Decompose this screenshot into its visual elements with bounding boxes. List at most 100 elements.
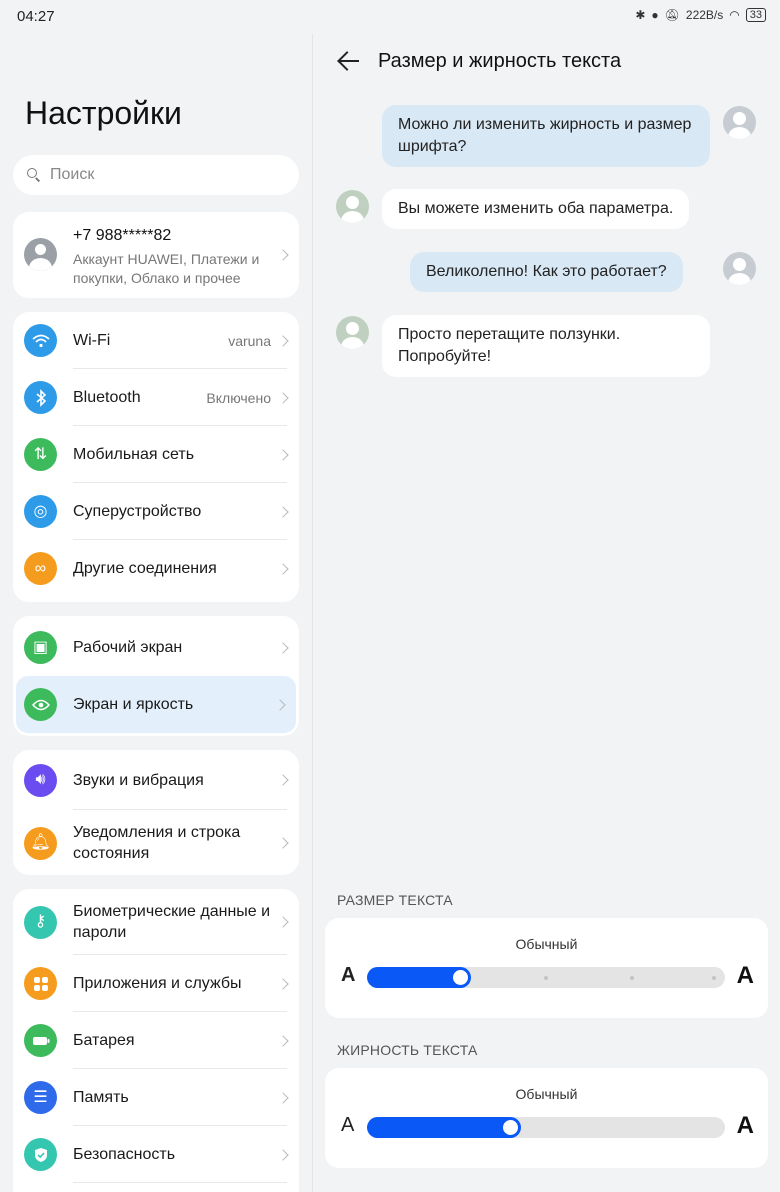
sidebar-item-label: Память	[73, 1089, 129, 1106]
sidebar-item-display-brightness[interactable]: Экран и яркость	[16, 676, 296, 733]
chevron-right-icon	[277, 641, 289, 654]
slider-tick	[544, 976, 548, 980]
text-size-small-label: A	[341, 964, 356, 986]
chevron-right-icon	[277, 1148, 289, 1161]
eye-icon	[24, 688, 57, 721]
sidebar-item-biometrics[interactable]: ⚷ Биометрические данные и пароли	[13, 889, 299, 955]
chevron-right-icon	[277, 448, 289, 461]
sidebar-item-label: Безопасность	[73, 1146, 176, 1163]
text-size-value: Обычный	[515, 936, 578, 952]
search-bar[interactable]	[13, 155, 299, 195]
chat-bubble-incoming: Вы можете изменить оба параметра.	[382, 189, 690, 229]
chevron-right-icon	[277, 1091, 289, 1104]
connectivity-group: Wi-Fi varuna Bluetooth Включено ⇅ Мобиль…	[13, 312, 299, 602]
page-title: Настройки	[25, 95, 182, 131]
account-card[interactable]: +7 988*****82 Аккаунт HUAWEI, Платежи и …	[13, 212, 299, 298]
sidebar-item-battery[interactable]: Батарея	[13, 1012, 299, 1069]
sound-notification-group: 🔊︎ Звуки и вибрация 🔔︎ Уведомления и стр…	[13, 750, 299, 875]
battery-icon	[24, 1024, 57, 1057]
text-size-large-label: A	[736, 962, 754, 989]
sidebar-item-label: Рабочий экран	[73, 639, 183, 656]
detail-title: Размер и жирность текста	[378, 50, 622, 72]
sidebar-item-label: Мобильная сеть	[73, 446, 195, 463]
chat-bubble-outgoing: Великолепно! Как это работает?	[410, 252, 683, 292]
storage-icon: ☰	[24, 1081, 57, 1114]
avatar	[24, 238, 57, 271]
wifi-icon	[24, 324, 57, 357]
sidebar-item-label: Уведомления и строка состояния	[73, 824, 241, 862]
sidebar-item-other-connections[interactable]: ∞ Другие соединения	[13, 540, 299, 597]
sidebar-item-label: Батарея	[73, 1032, 135, 1049]
sidebar-item-bluetooth[interactable]: Bluetooth Включено	[13, 369, 299, 426]
search-icon	[27, 168, 41, 182]
avatar	[336, 190, 369, 223]
sidebar-item-label: Другие соединения	[73, 560, 217, 577]
slider-thumb[interactable]	[502, 1120, 518, 1135]
account-subtitle: Аккаунт HUAWEI, Платежи и покупки, Облак…	[73, 251, 260, 286]
text-weight-value: Обычный	[515, 1086, 578, 1102]
sidebar-item-apps[interactable]: Приложения и службы	[13, 955, 299, 1012]
bluetooth-icon	[24, 381, 57, 414]
system-group: ⚷ Биометрические данные и пароли Приложе…	[13, 889, 299, 1192]
mobile-network-icon: ⇅	[24, 438, 57, 471]
back-arrow-icon[interactable]	[337, 50, 361, 72]
text-weight-bold-label: A	[736, 1112, 754, 1139]
display-group: ▣ Рабочий экран Экран и яркость	[13, 616, 299, 736]
chat-bubble-incoming: Просто перетащите ползунки. Попробуйте!	[382, 315, 710, 377]
sidebar-item-label: Звуки и вибрация	[73, 771, 204, 789]
sidebar-item-label: Экран и яркость	[73, 696, 194, 713]
chevron-right-icon	[277, 391, 289, 404]
superdevice-icon: ◎	[24, 495, 57, 528]
chevron-right-icon	[277, 774, 289, 786]
home-screen-icon: ▣	[24, 631, 57, 664]
sound-icon: 🔊︎	[24, 763, 57, 797]
sidebar-item-superdevice[interactable]: ◎ Суперустройство	[13, 483, 299, 540]
detail-pane: Размер и жирность текста Можно ли измени…	[313, 0, 780, 1192]
text-weight-slider[interactable]	[367, 1117, 725, 1138]
bell-icon: 🔔︎	[24, 826, 57, 860]
sidebar-item-notifications[interactable]: 🔔︎ Уведомления и строка состояния	[13, 810, 299, 876]
chevron-right-icon	[277, 1034, 289, 1047]
sidebar-item-home-screen[interactable]: ▣ Рабочий экран	[13, 619, 299, 676]
divider	[73, 1182, 287, 1183]
shield-icon	[24, 1138, 57, 1171]
text-size-card: Обычный A A	[325, 918, 768, 1018]
bluetooth-status-value: Включено	[206, 389, 271, 406]
avatar	[723, 252, 756, 285]
chevron-right-icon	[277, 562, 289, 575]
slider-thumb[interactable]	[452, 970, 468, 985]
chat-bubble-outgoing: Можно ли изменить жирность и размер шриф…	[382, 105, 710, 167]
chevron-right-icon	[277, 334, 289, 347]
sidebar-item-mobile-network[interactable]: ⇅ Мобильная сеть	[13, 426, 299, 483]
avatar	[336, 316, 369, 349]
search-input[interactable]	[50, 166, 270, 184]
sidebar-item-storage[interactable]: ☰ Память	[13, 1069, 299, 1126]
sidebar-item-label: Wi-Fi	[73, 332, 111, 349]
chevron-right-icon	[277, 837, 289, 849]
chevron-right-icon	[277, 916, 289, 928]
text-size-slider[interactable]	[367, 967, 725, 988]
wifi-network-value: varuna	[228, 332, 271, 349]
sidebar-item-label: Биометрические данные и пароли	[73, 903, 271, 941]
chevron-right-icon	[274, 698, 286, 711]
sidebar-item-label: Bluetooth	[73, 389, 141, 406]
sidebar-item-security[interactable]: Безопасность	[13, 1126, 299, 1183]
sidebar-item-sounds[interactable]: 🔊︎ Звуки и вибрация	[13, 750, 299, 810]
avatar	[723, 106, 756, 139]
text-weight-section-label: ЖИРНОСТЬ ТЕКСТА	[337, 1042, 478, 1058]
account-phone: +7 988*****82	[73, 227, 172, 244]
chevron-right-icon	[277, 249, 289, 261]
settings-sidebar: Настройки +7 988*****82 Аккаунт HUAWEI, …	[0, 0, 312, 1192]
sidebar-item-label: Приложения и службы	[73, 975, 242, 992]
text-weight-light-label: A	[341, 1114, 355, 1136]
sidebar-item-wifi[interactable]: Wi-Fi varuna	[13, 312, 299, 369]
chevron-right-icon	[277, 977, 289, 990]
chevron-right-icon	[277, 505, 289, 518]
key-icon: ⚷	[24, 905, 57, 939]
slider-tick	[712, 976, 717, 980]
sidebar-item-label: Суперустройство	[73, 503, 202, 520]
slider-tick	[629, 976, 634, 980]
slider-fill	[367, 1117, 521, 1138]
apps-icon	[24, 967, 57, 1000]
link-icon: ∞	[24, 552, 57, 585]
